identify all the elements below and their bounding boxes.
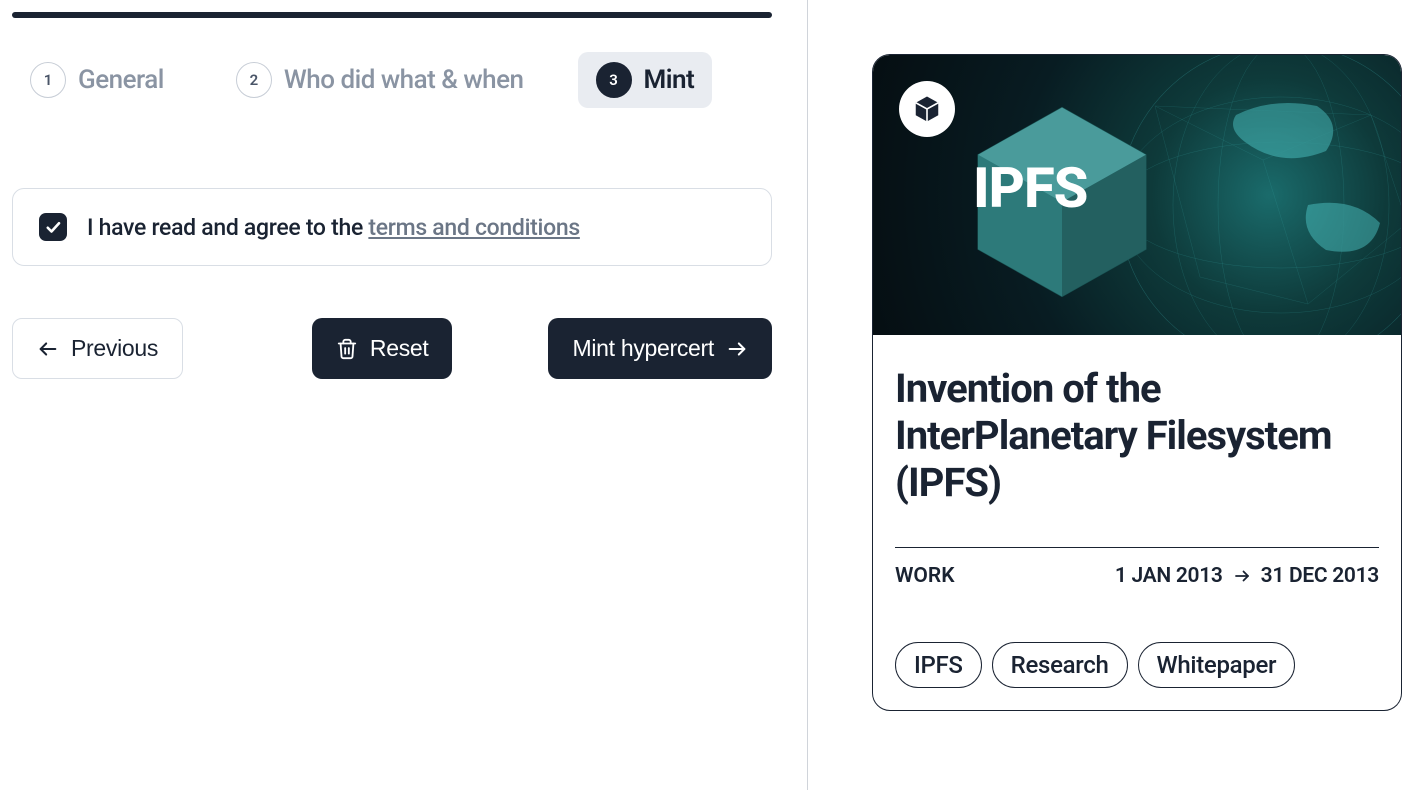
action-row: Previous Reset Mint hypercert bbox=[12, 318, 772, 379]
consent-box: I have read and agree to the terms and c… bbox=[12, 188, 772, 266]
step-badge: 3 bbox=[596, 62, 632, 98]
consent-text: I have read and agree to the terms and c… bbox=[87, 214, 580, 241]
step-label: Mint bbox=[644, 65, 695, 95]
previous-label: Previous bbox=[71, 335, 158, 362]
mint-button[interactable]: Mint hypercert bbox=[548, 318, 772, 379]
card-body: Invention of the InterPlanetary Filesyst… bbox=[873, 335, 1401, 710]
step-badge: 1 bbox=[30, 62, 66, 98]
tag: Research bbox=[992, 642, 1128, 688]
step-label: General bbox=[78, 65, 164, 95]
tag: IPFS bbox=[895, 642, 982, 688]
stepper: 1 General 2 Who did what & when 3 Mint bbox=[12, 52, 795, 108]
check-icon bbox=[44, 218, 62, 236]
date-to: 31 DEC 2013 bbox=[1261, 564, 1379, 588]
reset-label: Reset bbox=[370, 335, 429, 362]
terms-checkbox[interactable] bbox=[39, 213, 67, 241]
tag: Whitepaper bbox=[1138, 642, 1296, 688]
work-label: WORK bbox=[895, 564, 955, 588]
arrow-right-icon bbox=[1233, 567, 1251, 585]
form-panel: 1 General 2 Who did what & when 3 Mint I… bbox=[0, 0, 808, 790]
progress-bar bbox=[12, 12, 772, 18]
mint-label: Mint hypercert bbox=[572, 335, 714, 362]
step-general[interactable]: 1 General bbox=[12, 52, 182, 108]
cube-icon bbox=[912, 94, 942, 124]
consent-prefix: I have read and agree to the bbox=[87, 214, 368, 241]
terms-link[interactable]: terms and conditions bbox=[368, 214, 579, 241]
card-header-image: IPFS bbox=[873, 55, 1401, 335]
hypercert-card: IPFS Invention of the InterPlanetary Fil… bbox=[872, 54, 1402, 711]
preview-panel: IPFS Invention of the InterPlanetary Fil… bbox=[808, 0, 1426, 790]
reset-button[interactable]: Reset bbox=[312, 318, 453, 379]
date-from: 1 JAN 2013 bbox=[1115, 564, 1223, 588]
work-dates: 1 JAN 2013 31 DEC 2013 bbox=[1115, 564, 1379, 588]
avatar bbox=[899, 81, 955, 137]
step-mint[interactable]: 3 Mint bbox=[578, 52, 713, 108]
arrow-right-icon bbox=[726, 338, 748, 360]
step-who-did-what[interactable]: 2 Who did what & when bbox=[218, 52, 542, 108]
work-date-row: WORK 1 JAN 2013 31 DEC 2013 bbox=[895, 564, 1379, 588]
step-badge: 2 bbox=[236, 62, 272, 98]
arrow-left-icon bbox=[37, 338, 59, 360]
card-title: Invention of the InterPlanetary Filesyst… bbox=[895, 365, 1379, 507]
divider bbox=[895, 547, 1379, 548]
tag-list: IPFS Research Whitepaper bbox=[895, 642, 1379, 688]
step-label: Who did what & when bbox=[284, 65, 524, 95]
header-logo-text: IPFS bbox=[973, 155, 1087, 221]
previous-button[interactable]: Previous bbox=[12, 318, 183, 379]
trash-icon bbox=[336, 338, 358, 360]
